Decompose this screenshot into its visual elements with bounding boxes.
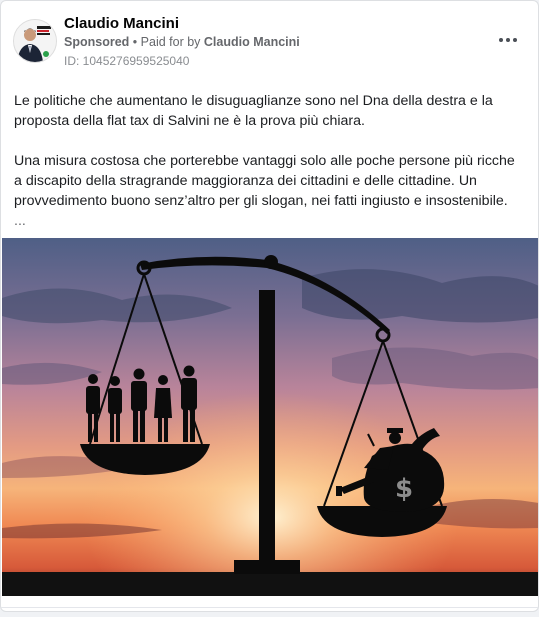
sponsor-line: Sponsored • Paid for by Claudio Mancini — [64, 35, 300, 49]
dollar-icon: $ — [395, 474, 413, 504]
more-options-button[interactable] — [493, 27, 523, 53]
card-divider — [1, 607, 538, 608]
post-text: Le politiche che aumentano le disuguagli… — [14, 91, 526, 231]
see-more-link[interactable]: ... — [14, 211, 526, 231]
avatar[interactable] — [13, 19, 57, 63]
post-paragraph-2: Una misura costosa che porterebbe vantag… — [14, 153, 515, 209]
more-options-icon — [499, 38, 504, 42]
paid-for-name: Claudio Mancini — [203, 35, 300, 49]
meta-separator: • — [132, 35, 138, 49]
post-paragraph-1: Le politiche che aumentano le disuguagli… — [14, 93, 493, 129]
ad-post-card: Claudio Mancini Sponsored • Paid for by … — [0, 0, 539, 612]
author-name[interactable]: Claudio Mancini — [64, 15, 179, 32]
post-image[interactable]: $ — [2, 238, 538, 596]
paid-for-prefix: Paid for by — [140, 35, 201, 49]
ad-id: ID: 1045276959525040 — [64, 54, 190, 68]
sponsored-label: Sponsored — [64, 35, 130, 49]
